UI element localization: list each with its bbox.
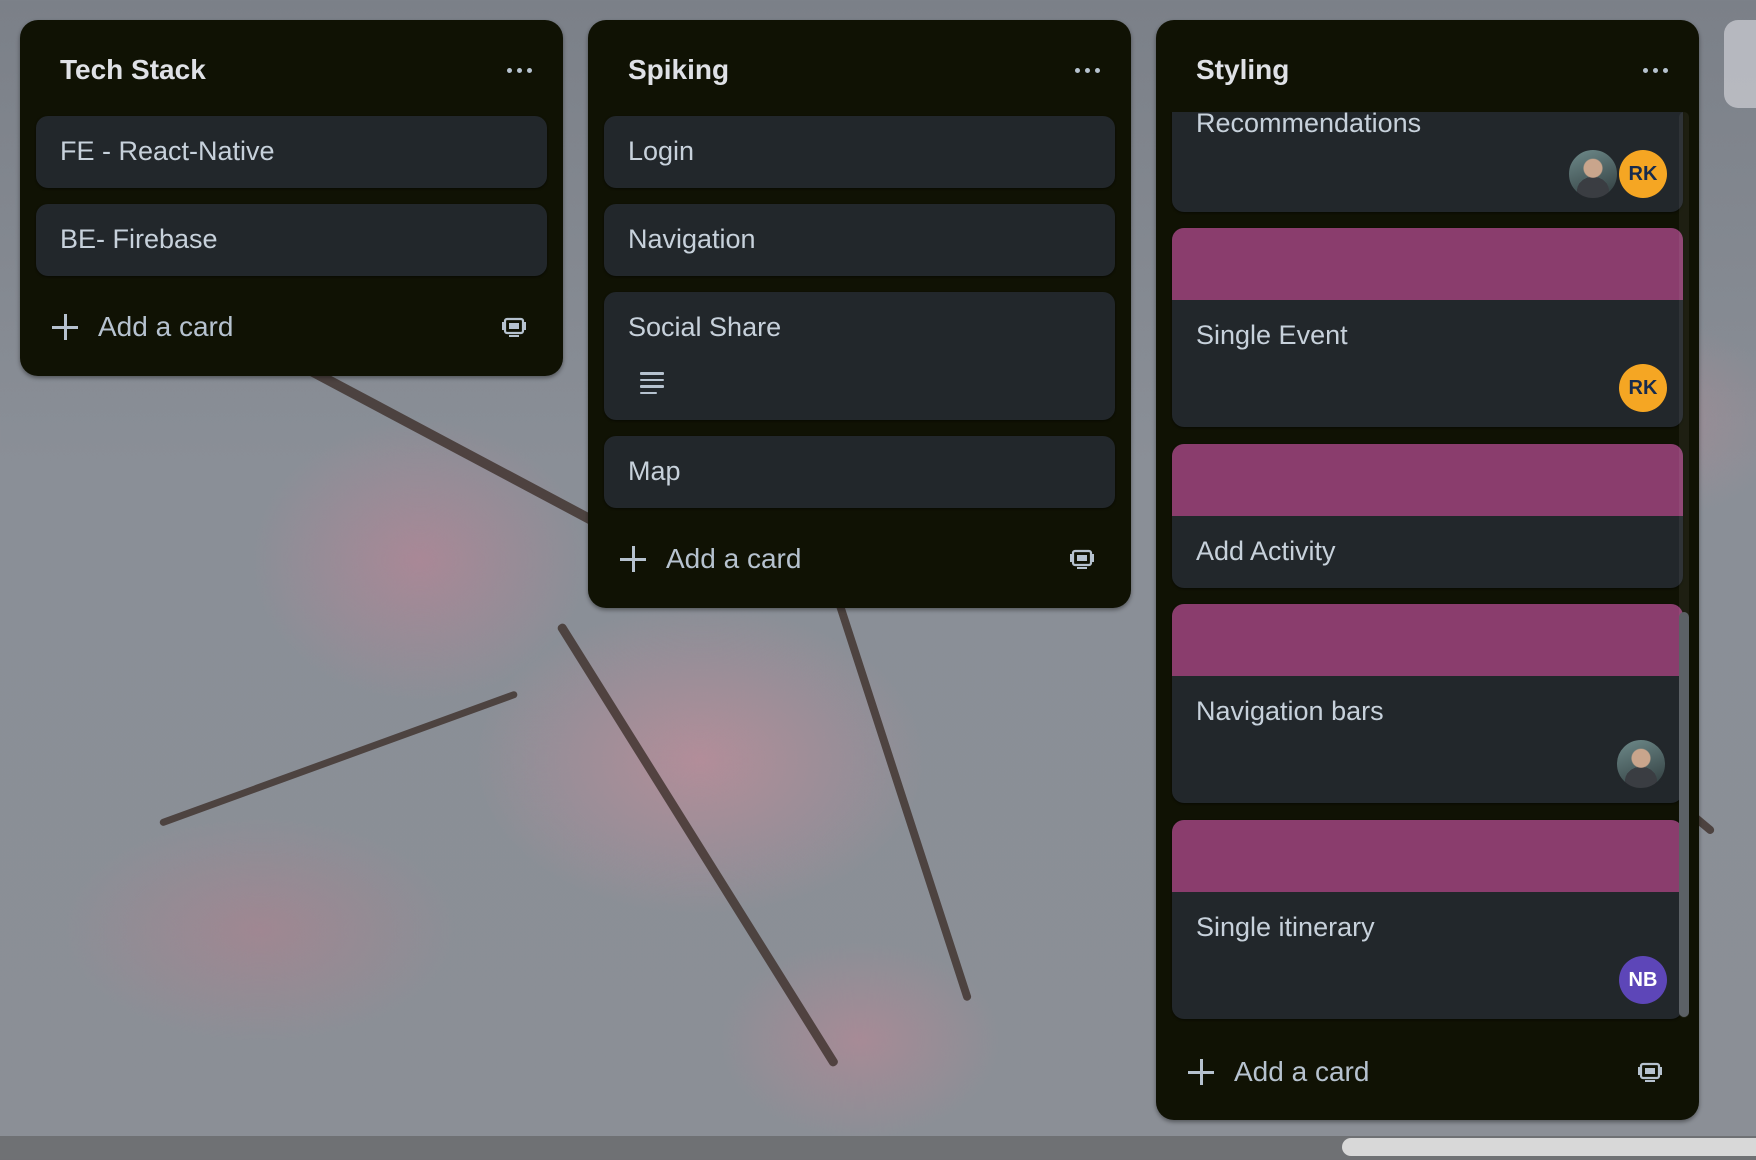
- add-card-button[interactable]: Add a card: [36, 299, 547, 355]
- card[interactable]: Add Activity: [1172, 444, 1683, 588]
- list-header: Spiking: [588, 20, 1131, 120]
- card[interactable]: FE - React-Native: [36, 116, 547, 188]
- board-horizontal-scrollbar[interactable]: [0, 1136, 1756, 1160]
- list-styling: Styling Recommendations RK Single Event …: [1156, 20, 1699, 1120]
- more-horizontal-icon[interactable]: [1067, 50, 1107, 90]
- add-card-label: Add a card: [1234, 1056, 1370, 1087]
- card[interactable]: Recommendations RK: [1172, 112, 1683, 212]
- avatar[interactable]: [1615, 738, 1667, 790]
- more-horizontal-icon[interactable]: [1635, 50, 1675, 90]
- card-title: Login: [628, 136, 695, 166]
- card-title: Single Event: [1196, 320, 1348, 350]
- list-header: Tech Stack: [20, 20, 563, 120]
- card-title: Navigation bars: [1196, 696, 1384, 726]
- card[interactable]: Login: [604, 116, 1115, 188]
- card-title: BE- Firebase: [60, 224, 218, 254]
- card-title: Add Activity: [1196, 536, 1336, 566]
- card[interactable]: Social Share: [604, 292, 1115, 420]
- add-card-label: Add a card: [666, 543, 802, 574]
- add-card-button[interactable]: Add a card: [1172, 1044, 1683, 1100]
- card[interactable]: Single Event RK: [1172, 228, 1683, 427]
- board-scrollbar-thumb[interactable]: [1342, 1138, 1756, 1156]
- list-header: Styling: [1156, 20, 1699, 120]
- list-tech-stack: Tech Stack FE - React-Native BE- Firebas…: [20, 20, 563, 376]
- card-title: Recommendations: [1196, 112, 1422, 138]
- list-title[interactable]: Tech Stack: [60, 54, 206, 86]
- card-template-icon[interactable]: [1065, 542, 1099, 576]
- list-scrollbar-thumb[interactable]: [1679, 612, 1689, 1017]
- card-cover: [1172, 604, 1683, 676]
- add-card-label: Add a card: [98, 311, 234, 342]
- card-title: Single itinerary: [1196, 912, 1375, 942]
- avatar[interactable]: [1567, 148, 1619, 200]
- card-cover: [1172, 228, 1683, 300]
- card-title: Map: [628, 456, 681, 486]
- card-template-icon[interactable]: [1633, 1055, 1667, 1089]
- avatar-nb[interactable]: NB: [1619, 956, 1667, 1004]
- description-icon: [640, 372, 664, 398]
- plus-icon: [1188, 1059, 1214, 1085]
- card-cover: [1172, 820, 1683, 892]
- add-list-button[interactable]: [1724, 20, 1756, 108]
- list-title[interactable]: Styling: [1196, 54, 1289, 86]
- card[interactable]: Map: [604, 436, 1115, 508]
- card-cover: [1172, 444, 1683, 516]
- plus-icon: [52, 314, 78, 340]
- card[interactable]: Navigation bars: [1172, 604, 1683, 803]
- card-template-icon[interactable]: [497, 310, 531, 344]
- more-horizontal-icon[interactable]: [499, 50, 539, 90]
- card[interactable]: Navigation: [604, 204, 1115, 276]
- card[interactable]: BE- Firebase: [36, 204, 547, 276]
- card-title: Social Share: [628, 312, 782, 342]
- list-title[interactable]: Spiking: [628, 54, 729, 86]
- avatar-rk[interactable]: RK: [1619, 364, 1667, 412]
- list-spiking: Spiking Login Navigation Social Share Ma…: [588, 20, 1131, 608]
- card-title: FE - React-Native: [60, 136, 275, 166]
- plus-icon: [620, 546, 646, 572]
- add-card-button[interactable]: Add a card: [604, 531, 1115, 587]
- card[interactable]: Single itinerary NB: [1172, 820, 1683, 1019]
- card-title: Navigation: [628, 224, 756, 254]
- card-list-scroll[interactable]: Recommendations RK Single Event RK Add A…: [1156, 112, 1699, 1042]
- avatar-rk[interactable]: RK: [1619, 150, 1667, 198]
